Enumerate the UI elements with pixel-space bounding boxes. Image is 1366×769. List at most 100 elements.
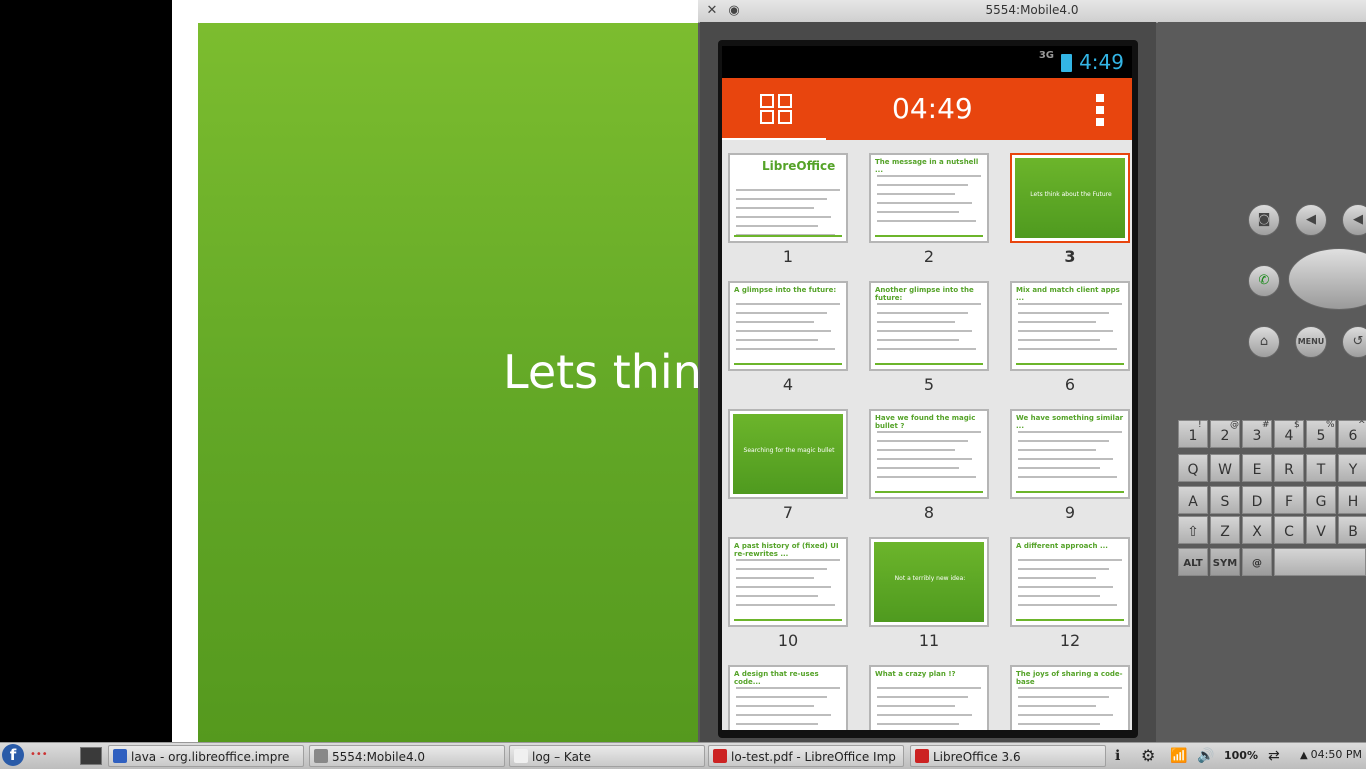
fedora-menu-icon[interactable]: f [2,744,24,766]
camera-icon[interactable]: ◙ [1248,204,1280,236]
zoom-level[interactable]: 100% [1224,746,1258,766]
key[interactable]: S [1210,486,1240,514]
slide-number: 9 [1064,503,1076,522]
key[interactable]: Y [1338,454,1366,482]
key[interactable]: E [1242,454,1272,482]
home-icon[interactable]: ⌂ [1248,326,1280,358]
presentation-slide: Lets think [198,23,700,742]
workspace-dots-icon[interactable]: ••• [30,749,48,760]
space-key[interactable] [1274,548,1366,576]
back-icon[interactable]: ↺ [1342,326,1366,358]
taskbar-button-label: lo-test.pdf - LibreOffice Imp [731,750,896,764]
key[interactable]: D [1242,486,1272,514]
emulator-titlebar[interactable]: ✕ ◉ 5554:Mobile4.0 [698,0,1366,23]
slide-number: 7 [782,503,794,522]
slide-thumbnail-title: Have we found the magic bullet ? [875,414,976,430]
slide-thumbnail[interactable]: Lets think about the Future 3 [1010,153,1130,275]
slide-number: 8 [923,503,935,522]
key[interactable]: F [1274,486,1304,514]
taskbar-button[interactable]: lava - org.libreoffice.impre [108,745,304,767]
slide-thumbnail-title: A design that re-uses code... [734,670,819,686]
call-icon[interactable]: ✆ [1248,265,1280,297]
volume-down-icon[interactable]: ◀ [1295,204,1327,236]
slide-thumbnail[interactable]: Not a terribly new idea: 11 [869,537,989,659]
key-alt-label: % [1326,420,1335,430]
slide-number: 11 [918,631,940,650]
app-icon [314,749,328,763]
slide-thumbnail-grid[interactable]: LibreOffice 1 The message in a nutshell ..… [722,140,1132,730]
taskbar-button[interactable]: log – Kate [509,745,705,767]
taskbar-button[interactable]: lo-test.pdf - LibreOffice Imp [708,745,904,767]
slide-thumbnail[interactable]: A glimpse into the future: 4 [728,281,848,403]
slide-thumbnail-title: A different approach ... [1016,542,1108,550]
network-3g-icon: 3G [1038,50,1054,61]
slide-thumbnail-image: The message in a nutshell ... [869,153,989,243]
key[interactable]: R [1274,454,1304,482]
info-icon[interactable]: ℹ [1115,746,1120,766]
slide-thumbnail-title: A glimpse into the future: [734,286,837,294]
wifi-icon[interactable]: 📶 [1170,746,1187,766]
key[interactable]: C [1274,516,1304,544]
taskbar-button[interactable]: LibreOffice 3.6 [910,745,1106,767]
desktop-black-area [0,0,172,742]
key-alt-label: ! [1198,420,1202,430]
slide-number: 6 [1064,375,1076,394]
slide-thumbnail[interactable]: Mix and match client apps ... 6 [1010,281,1130,403]
taskbar-button[interactable]: 5554:Mobile4.0 [309,745,505,767]
slide-thumbnail[interactable]: A past history of (fixed) UI re-rewrites… [728,537,848,659]
key[interactable]: G [1306,486,1336,514]
at-key[interactable]: @ [1242,548,1272,576]
key-alt-label: @ [1230,420,1239,430]
grid-view-button[interactable] [722,78,826,141]
key[interactable]: X [1242,516,1272,544]
key[interactable]: ⇧ [1178,516,1208,544]
slide-thumbnail-image: Another glimpse into the future: [869,281,989,371]
slide-thumbnail-title: What a crazy plan !? [875,670,956,678]
key[interactable]: W [1210,454,1240,482]
slide-thumbnail[interactable]: A different approach ... 12 [1010,537,1130,659]
key[interactable]: T [1306,454,1336,482]
volume-up-icon[interactable]: ◀ [1342,204,1366,236]
slide-thumbnail[interactable]: A design that re-uses code...13 [728,665,848,730]
tray-expand-icon[interactable]: ▲ [1300,746,1308,766]
slide-thumbnail[interactable]: Have we found the magic bullet ? 8 [869,409,989,531]
volume-icon[interactable]: 🔊 [1197,746,1214,766]
slide-thumbnail[interactable]: Searching for the magic bullet 7 [728,409,848,531]
slide-thumbnail-image: Not a terribly new idea: [869,537,989,627]
slide-thumbnail-image: Lets think about the Future [1010,153,1130,243]
app-icon [514,749,528,763]
slide-thumbnail-title: Not a terribly new idea: [894,575,966,582]
key[interactable]: 1 [1178,420,1208,448]
slide-thumbnail[interactable]: We have something similar ... 9 [1010,409,1130,531]
key[interactable]: H [1338,486,1366,514]
slide-thumbnail-image: A glimpse into the future: [728,281,848,371]
slide-thumbnail[interactable]: What a crazy plan !?14 [869,665,989,730]
network-icon[interactable]: ⇄ [1268,746,1280,766]
key[interactable]: B [1338,516,1366,544]
action-bar: 04:49 [722,78,1132,141]
key[interactable]: Z [1210,516,1240,544]
key[interactable]: A [1178,486,1208,514]
slide-thumbnail[interactable]: The joys of sharing a code-base15 [1010,665,1130,730]
slide-thumbnail[interactable]: Another glimpse into the future: 5 [869,281,989,403]
show-desktop-icon[interactable] [80,747,102,765]
alt-key[interactable]: ALT [1178,548,1208,576]
slide-thumbnail-image: Searching for the magic bullet [728,409,848,499]
slide-thumbnail[interactable]: The message in a nutshell ... 2 [869,153,989,275]
key-alt-label: $ [1294,420,1300,430]
taskbar-button-label: log – Kate [532,750,592,764]
dpad-control[interactable] [1288,248,1366,310]
grid-icon [760,94,774,108]
slide-number: 10 [777,631,799,650]
slide-thumbnail-title: The message in a nutshell ... [875,158,979,174]
taskbar-button-label: 5554:Mobile4.0 [332,750,426,764]
slide-thumbnail-title: Lets think about the Future [1030,191,1112,198]
settings-gear-icon[interactable]: ⚙ [1141,746,1155,766]
slide-thumbnail[interactable]: LibreOffice 1 [728,153,848,275]
key[interactable]: V [1306,516,1336,544]
sym-key[interactable]: SYM [1210,548,1240,576]
overflow-menu-icon[interactable] [1096,94,1104,126]
menu-button[interactable]: MENU [1295,326,1327,358]
slide-number: 3 [1064,247,1076,266]
key[interactable]: Q [1178,454,1208,482]
